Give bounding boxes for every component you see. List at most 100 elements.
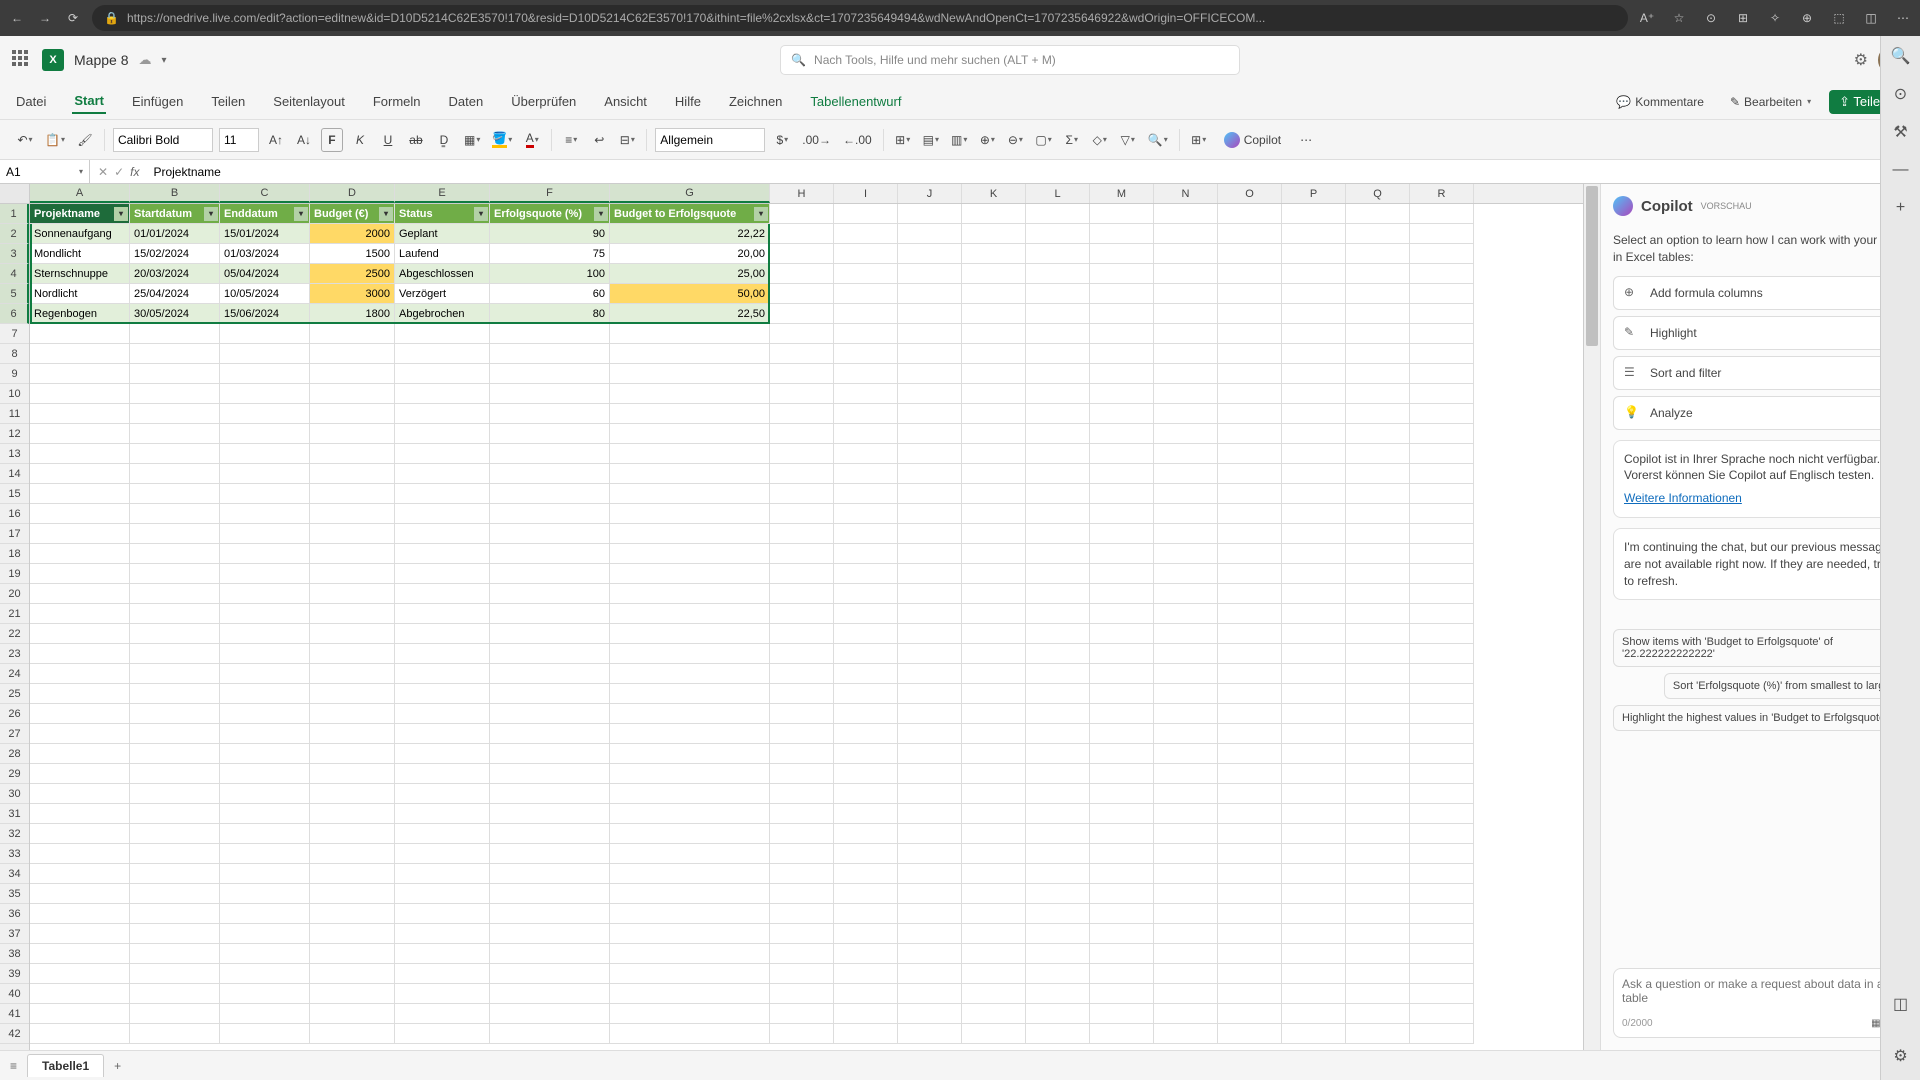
cell-G1[interactable]: Budget to Erfolgsquote▾ — [610, 204, 770, 224]
all-sheets-icon[interactable]: ≡ — [10, 1059, 17, 1073]
cell-M23[interactable] — [1090, 644, 1154, 664]
cell-P26[interactable] — [1282, 704, 1346, 724]
cell-Q8[interactable] — [1346, 344, 1410, 364]
cell-P39[interactable] — [1282, 964, 1346, 984]
cell-O2[interactable] — [1218, 224, 1282, 244]
cell-J3[interactable] — [898, 244, 962, 264]
font-size-select[interactable] — [219, 128, 259, 152]
cell-N3[interactable] — [1154, 244, 1218, 264]
cell-A37[interactable] — [30, 924, 130, 944]
cell-I13[interactable] — [834, 444, 898, 464]
cell-E25[interactable] — [395, 684, 490, 704]
cell-E42[interactable] — [395, 1024, 490, 1044]
cell-K34[interactable] — [962, 864, 1026, 884]
cell-A29[interactable] — [30, 764, 130, 784]
cell-O13[interactable] — [1218, 444, 1282, 464]
cell-H17[interactable] — [770, 524, 834, 544]
cell-J14[interactable] — [898, 464, 962, 484]
cell-H4[interactable] — [770, 264, 834, 284]
font-color-button[interactable]: A▾ — [521, 128, 543, 152]
cell-F18[interactable] — [490, 544, 610, 564]
cell-N19[interactable] — [1154, 564, 1218, 584]
cell-B42[interactable] — [130, 1024, 220, 1044]
back-icon[interactable]: ← — [8, 9, 26, 27]
cell-M31[interactable] — [1090, 804, 1154, 824]
cell-M29[interactable] — [1090, 764, 1154, 784]
cell-A8[interactable] — [30, 344, 130, 364]
cell-L40[interactable] — [1026, 984, 1090, 1004]
cell-H36[interactable] — [770, 904, 834, 924]
column-header-J[interactable]: J — [898, 184, 962, 203]
cell-D29[interactable] — [310, 764, 395, 784]
cell-M35[interactable] — [1090, 884, 1154, 904]
row-header-30[interactable]: 30 — [0, 784, 29, 804]
cell-E9[interactable] — [395, 364, 490, 384]
cell-F6[interactable]: 80 — [490, 304, 610, 324]
cell-M41[interactable] — [1090, 1004, 1154, 1024]
cell-O36[interactable] — [1218, 904, 1282, 924]
row-header-16[interactable]: 16 — [0, 504, 29, 524]
cell-F37[interactable] — [490, 924, 610, 944]
cell-C33[interactable] — [220, 844, 310, 864]
cell-D9[interactable] — [310, 364, 395, 384]
cell-N1[interactable] — [1154, 204, 1218, 224]
copilot-option-analyze[interactable]: 💡 Analyze — [1613, 396, 1908, 430]
cell-B4[interactable]: 20/03/2024 — [130, 264, 220, 284]
row-header-12[interactable]: 12 — [0, 424, 29, 444]
cell-I10[interactable] — [834, 384, 898, 404]
cell-E27[interactable] — [395, 724, 490, 744]
cell-Q11[interactable] — [1346, 404, 1410, 424]
cell-I36[interactable] — [834, 904, 898, 924]
underline-button[interactable]: U — [377, 128, 399, 152]
cell-O28[interactable] — [1218, 744, 1282, 764]
cell-E22[interactable] — [395, 624, 490, 644]
cell-M27[interactable] — [1090, 724, 1154, 744]
cell-M18[interactable] — [1090, 544, 1154, 564]
borders-button[interactable]: ▦▾ — [461, 128, 483, 152]
cell-C22[interactable] — [220, 624, 310, 644]
number-format-select[interactable] — [655, 128, 765, 152]
cell-B25[interactable] — [130, 684, 220, 704]
column-header-F[interactable]: F — [490, 184, 610, 203]
cell-E41[interactable] — [395, 1004, 490, 1024]
cell-D21[interactable] — [310, 604, 395, 624]
decrease-font-button[interactable]: A↓ — [293, 128, 315, 152]
cell-J12[interactable] — [898, 424, 962, 444]
cell-D33[interactable] — [310, 844, 395, 864]
cell-H25[interactable] — [770, 684, 834, 704]
undo-button[interactable]: ↶▾ — [14, 128, 36, 152]
conditional-format-button[interactable]: ⊞▾ — [892, 128, 914, 152]
cell-O30[interactable] — [1218, 784, 1282, 804]
cell-C18[interactable] — [220, 544, 310, 564]
cell-E19[interactable] — [395, 564, 490, 584]
cell-B34[interactable] — [130, 864, 220, 884]
cell-G6[interactable]: 22,50 — [610, 304, 770, 324]
cell-N31[interactable] — [1154, 804, 1218, 824]
autosum-button[interactable]: Σ▾ — [1061, 128, 1083, 152]
column-header-R[interactable]: R — [1410, 184, 1474, 203]
cell-O26[interactable] — [1218, 704, 1282, 724]
cell-K17[interactable] — [962, 524, 1026, 544]
cell-Q10[interactable] — [1346, 384, 1410, 404]
tab-tabellenentwurf[interactable]: Tabellenentwurf — [808, 90, 903, 113]
cell-E32[interactable] — [395, 824, 490, 844]
forward-icon[interactable]: → — [36, 9, 54, 27]
increase-decimal-button[interactable]: .00→ — [799, 128, 834, 152]
name-box[interactable]: A1 ▾ — [0, 160, 90, 183]
cell-K35[interactable] — [962, 884, 1026, 904]
more-icon[interactable]: ⋯ — [1894, 9, 1912, 27]
add-sheet-icon[interactable]: + — [114, 1059, 121, 1073]
cell-B30[interactable] — [130, 784, 220, 804]
cell-O24[interactable] — [1218, 664, 1282, 684]
cell-D8[interactable] — [310, 344, 395, 364]
cell-E40[interactable] — [395, 984, 490, 1004]
cell-L35[interactable] — [1026, 884, 1090, 904]
cell-P11[interactable] — [1282, 404, 1346, 424]
row-header-36[interactable]: 36 — [0, 904, 29, 924]
cell-Q9[interactable] — [1346, 364, 1410, 384]
cell-C40[interactable] — [220, 984, 310, 1004]
cell-B39[interactable] — [130, 964, 220, 984]
cell-F32[interactable] — [490, 824, 610, 844]
row-header-20[interactable]: 20 — [0, 584, 29, 604]
cell-J25[interactable] — [898, 684, 962, 704]
